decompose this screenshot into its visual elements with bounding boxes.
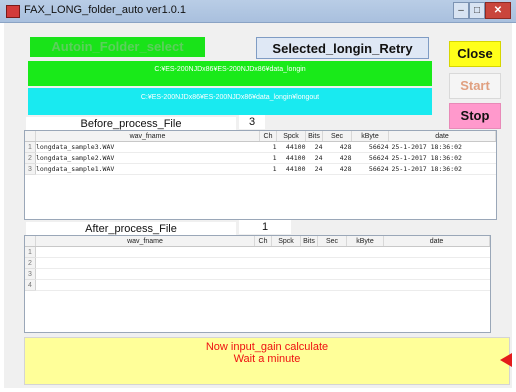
row-number: 3: [25, 163, 36, 175]
col-header-date[interactable]: date: [388, 131, 496, 142]
cell-spck: 44100: [276, 163, 306, 175]
cell-bits: 24: [305, 163, 323, 175]
after-process-label: After_process_File: [26, 222, 236, 236]
cell-date: 25-1-2017 18:36:02: [388, 163, 496, 175]
status-message-box: Now input_gain calculate Wait a minute: [24, 337, 510, 385]
cell-bits: 24: [305, 141, 323, 153]
app-icon: [6, 5, 20, 18]
cell-kbyte: 56624: [351, 163, 389, 175]
cell-kbyte: 56624: [351, 141, 389, 153]
after-file-count: 1: [239, 220, 291, 234]
selected-longin-retry-button[interactable]: Selected_longin_Retry: [256, 37, 429, 59]
status-line-1: Now input_gain calculate: [205, 341, 329, 353]
start-button[interactable]: Start: [449, 73, 501, 99]
col-header-spck[interactable]: Spck: [276, 131, 306, 142]
before-file-count: 3: [239, 115, 265, 129]
row-number: 4: [25, 279, 36, 291]
table-row[interactable]: 1: [25, 246, 490, 258]
row-number: 1: [25, 141, 36, 153]
table-row[interactable]: 3 longdata_sample1.WAV 1 44100 24 428 56…: [25, 163, 496, 175]
arrow-left-icon: [500, 353, 512, 367]
col-header-bits[interactable]: Bits: [305, 131, 323, 142]
close-button[interactable]: Close: [449, 41, 501, 67]
table-row[interactable]: 2 longdata_sample2.WAV 1 44100 24 428 56…: [25, 152, 496, 164]
cell-ch: 1: [259, 163, 277, 175]
before-process-label: Before_process_File: [26, 117, 236, 131]
cell-bits: 24: [305, 152, 323, 164]
cell-sec: 428: [322, 141, 352, 153]
row-number: 2: [25, 257, 36, 269]
before-file-table[interactable]: wav_fname Ch Spck Bits Sec kByte date 1 …: [24, 130, 497, 220]
col-header-ch[interactable]: Ch: [254, 236, 272, 247]
cell-kbyte: 56624: [351, 152, 389, 164]
col-header-sec[interactable]: Sec: [317, 236, 347, 247]
minimize-button[interactable]: –: [453, 2, 469, 19]
input-folder-path: C:¥ES-200NJDx86¥ES-200NJDx86¥data_longin: [28, 61, 432, 86]
cell-spck: 44100: [276, 152, 306, 164]
col-header-kbyte[interactable]: kByte: [351, 131, 389, 142]
cell-sec: 428: [322, 163, 352, 175]
stop-button[interactable]: Stop: [449, 103, 501, 129]
col-header-bits[interactable]: Bits: [300, 236, 318, 247]
col-header-wav-fname[interactable]: wav_fname: [35, 131, 260, 142]
cell-ch: 1: [259, 141, 277, 153]
output-folder-path: C:¥ES-200NJDx86¥ES-200NJDx86¥data_longin…: [28, 88, 432, 115]
cell-wav-fname: longdata_sample2.WAV: [35, 152, 260, 164]
cell-spck: 44100: [276, 141, 306, 153]
window-title: FAX_LONG_folder_auto ver1.0.1: [24, 4, 187, 16]
maximize-button[interactable]: □: [469, 2, 485, 19]
cell-sec: 428: [322, 152, 352, 164]
title-bar: FAX_LONG_folder_auto ver1.0.1 – □ ✕: [0, 0, 516, 23]
table-row[interactable]: 2: [25, 257, 490, 269]
col-header-date[interactable]: date: [383, 236, 490, 247]
col-header-wav-fname[interactable]: wav_fname: [35, 236, 255, 247]
cell-date: 25-1-2017 18:36:02: [388, 152, 496, 164]
after-file-table[interactable]: wav_fname Ch Spck Bits Sec kByte date 1 …: [24, 235, 491, 333]
status-line-2: Wait a minute: [233, 353, 301, 365]
cell-ch: 1: [259, 152, 277, 164]
col-header-kbyte[interactable]: kByte: [346, 236, 384, 247]
row-number: 1: [25, 246, 36, 258]
cell-wav-fname: longdata_sample1.WAV: [35, 163, 260, 175]
col-header-sec[interactable]: Sec: [322, 131, 352, 142]
row-number: 3: [25, 268, 36, 280]
col-header-ch[interactable]: Ch: [259, 131, 277, 142]
cell-date: 25-1-2017 18:36:02: [388, 141, 496, 153]
table-row[interactable]: 1 longdata_sample3.WAV 1 44100 24 428 56…: [25, 141, 496, 153]
table-row[interactable]: 3: [25, 268, 490, 280]
window-close-button[interactable]: ✕: [485, 2, 511, 19]
autoin-folder-select-button[interactable]: Autoin_Folder_select: [30, 37, 205, 57]
cell-wav-fname: longdata_sample3.WAV: [35, 141, 260, 153]
col-header-spck[interactable]: Spck: [271, 236, 301, 247]
row-number: 2: [25, 152, 36, 164]
table-row[interactable]: 4: [25, 279, 490, 291]
